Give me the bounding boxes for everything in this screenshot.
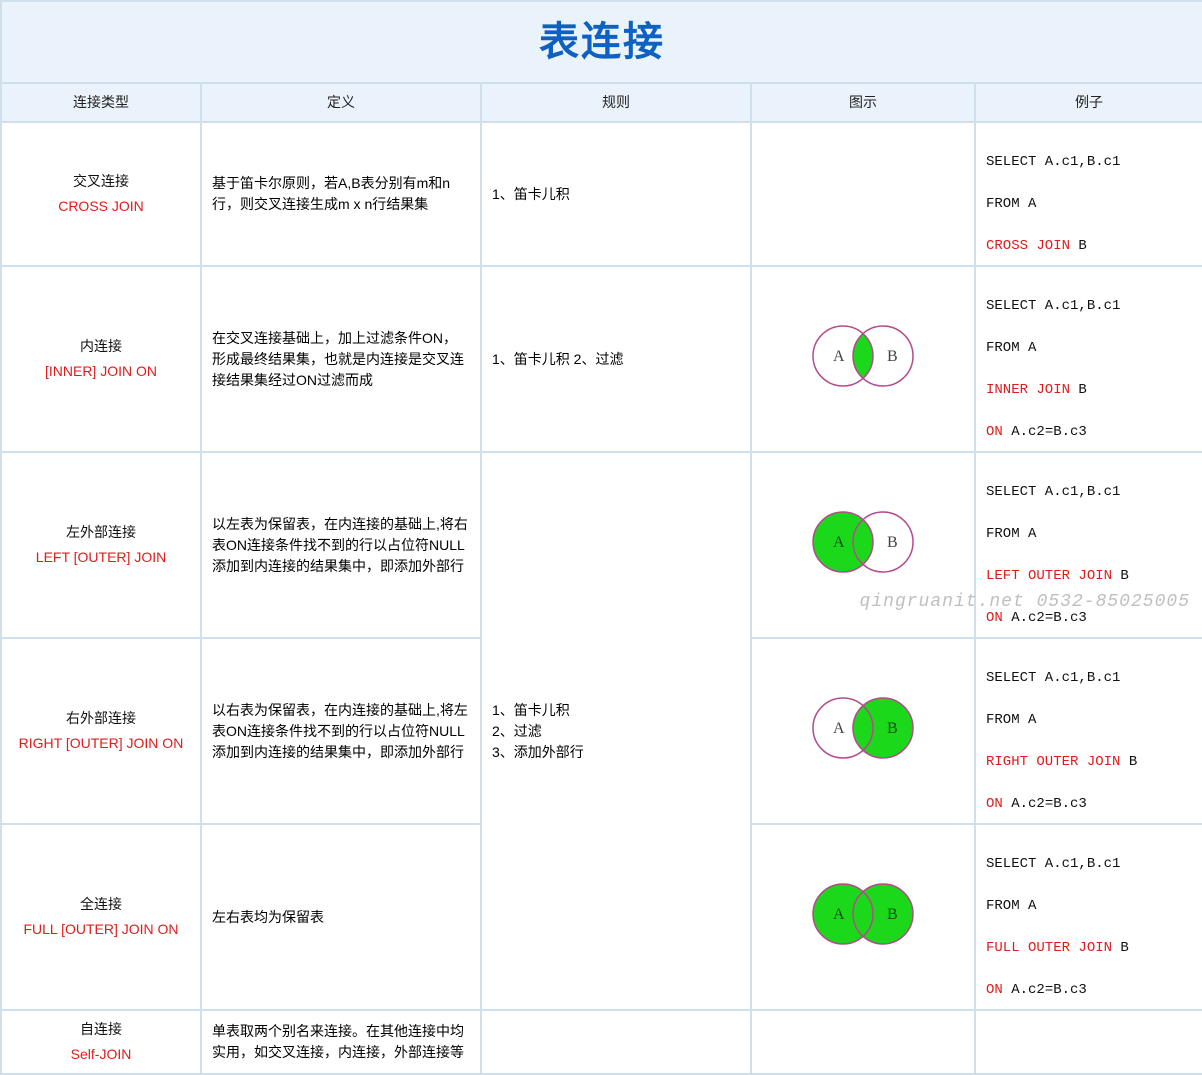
row-inner-join: 内连接 [INNER] JOIN ON 在交叉连接基础上，加上过滤条件ON，形成… <box>1 266 1202 452</box>
row-left-join: 左外部连接 LEFT [OUTER] JOIN 以左表为保留表，在内连接的基础上… <box>1 452 1202 638</box>
ex-on-tail: A.c2=B.c3 <box>1003 610 1087 626</box>
svg-text:B: B <box>887 720 898 737</box>
full-join-name-en: FULL [OUTER] JOIN ON <box>12 919 190 940</box>
left-join-name: 左外部连接 LEFT [OUTER] JOIN <box>1 452 201 638</box>
inner-join-rule: 1、笛卡儿积 2、过滤 <box>481 266 751 452</box>
ex-keyword: LEFT OUTER JOIN <box>986 568 1112 584</box>
cross-join-name: 交叉连接 CROSS JOIN <box>1 122 201 266</box>
ex-tail: B <box>1120 754 1137 770</box>
ex-line: SELECT A.c1,B.c1 <box>986 298 1120 314</box>
right-join-example: SELECT A.c1,B.c1 FROM A RIGHT OUTER JOIN… <box>975 638 1202 824</box>
self-join-rule <box>481 1010 751 1074</box>
ex-tail: B <box>1112 940 1129 956</box>
outer-join-rule: 1、笛卡儿积 2、过滤 3、添加外部行 <box>481 452 751 1010</box>
venn-icon: A B <box>793 688 933 768</box>
ex-on-kw: ON <box>986 796 1003 812</box>
title-cell: 表连接 <box>1 1 1202 83</box>
ex-keyword: RIGHT OUTER JOIN <box>986 754 1120 770</box>
left-join-definition: 以左表为保留表，在内连接的基础上,将右表ON连接条件找不到的行以占位符NULL添… <box>201 452 481 638</box>
self-join-definition: 单表取两个别名来连接。在其他连接中均实用，如交叉连接，内连接，外部连接等 <box>201 1010 481 1074</box>
ex-line: SELECT A.c1,B.c1 <box>986 670 1120 686</box>
self-join-diagram <box>751 1010 975 1074</box>
ex-line: FROM A <box>986 340 1036 356</box>
inner-join-name-en: [INNER] JOIN ON <box>12 361 190 382</box>
cross-join-name-cn: 交叉连接 <box>73 173 129 189</box>
ex-line: FROM A <box>986 898 1036 914</box>
full-join-name: 全连接 FULL [OUTER] JOIN ON <box>1 824 201 1010</box>
col-rule: 规则 <box>481 83 751 122</box>
right-join-name-cn: 右外部连接 <box>66 710 136 726</box>
cross-join-diagram <box>751 122 975 266</box>
svg-text:B: B <box>887 906 898 923</box>
ex-on-kw: ON <box>986 982 1003 998</box>
venn-icon: A B <box>793 502 933 582</box>
right-join-name-en: RIGHT [OUTER] JOIN ON <box>12 733 190 754</box>
ex-line: SELECT A.c1,B.c1 <box>986 484 1120 500</box>
left-join-name-cn: 左外部连接 <box>66 524 136 540</box>
self-join-example <box>975 1010 1202 1074</box>
ex-keyword: CROSS JOIN <box>986 238 1070 254</box>
join-table: 表连接 连接类型 定义 规则 图示 例子 交叉连接 CROSS JOIN 基于笛… <box>0 0 1202 1075</box>
ex-on-kw: ON <box>986 610 1003 626</box>
ex-on-kw: ON <box>986 424 1003 440</box>
right-join-definition: 以右表为保留表，在内连接的基础上,将左表ON连接条件找不到的行以占位符NULL添… <box>201 638 481 824</box>
ex-line: FROM A <box>986 196 1036 212</box>
header-row: 连接类型 定义 规则 图示 例子 <box>1 83 1202 122</box>
left-join-name-en: LEFT [OUTER] JOIN <box>12 547 190 568</box>
inner-join-example: SELECT A.c1,B.c1 FROM A INNER JOIN B ON … <box>975 266 1202 452</box>
inner-join-definition: 在交叉连接基础上，加上过滤条件ON，形成最终结果集，也就是内连接是交叉连接结果集… <box>201 266 481 452</box>
ex-tail: B <box>1070 382 1087 398</box>
document-root: 表连接 连接类型 定义 规则 图示 例子 交叉连接 CROSS JOIN 基于笛… <box>0 0 1202 1075</box>
cross-join-definition: 基于笛卡尔原则，若A,B表分别有m和n行，则交叉连接生成m x n行结果集 <box>201 122 481 266</box>
row-cross-join: 交叉连接 CROSS JOIN 基于笛卡尔原则，若A,B表分别有m和n行，则交叉… <box>1 122 1202 266</box>
ex-on-tail: A.c2=B.c3 <box>1003 982 1087 998</box>
title-row: 表连接 <box>1 1 1202 83</box>
svg-text:A: A <box>833 348 845 365</box>
col-type: 连接类型 <box>1 83 201 122</box>
svg-text:B: B <box>887 534 898 551</box>
self-join-name-en: Self-JOIN <box>12 1044 190 1065</box>
col-diagram: 图示 <box>751 83 975 122</box>
cross-join-rule: 1、笛卡儿积 <box>481 122 751 266</box>
col-definition: 定义 <box>201 83 481 122</box>
row-self-join: 自连接 Self-JOIN 单表取两个别名来连接。在其他连接中均实用，如交叉连接… <box>1 1010 1202 1074</box>
inner-join-name-cn: 内连接 <box>80 338 122 354</box>
svg-text:A: A <box>833 534 845 551</box>
venn-icon: A B <box>793 316 933 396</box>
self-join-name-cn: 自连接 <box>80 1021 122 1037</box>
svg-text:B: B <box>887 348 898 365</box>
inner-join-name: 内连接 [INNER] JOIN ON <box>1 266 201 452</box>
ex-tail: B <box>1070 238 1087 254</box>
inner-join-diagram: A B <box>751 266 975 452</box>
svg-text:A: A <box>833 906 845 923</box>
cross-join-example: SELECT A.c1,B.c1 FROM A CROSS JOIN B <box>975 122 1202 266</box>
left-join-example: SELECT A.c1,B.c1 FROM A LEFT OUTER JOIN … <box>975 452 1202 638</box>
ex-tail: B <box>1112 568 1129 584</box>
self-join-name: 自连接 Self-JOIN <box>1 1010 201 1074</box>
venn-icon: A B <box>793 874 933 954</box>
ex-on-tail: A.c2=B.c3 <box>1003 424 1087 440</box>
ex-keyword: FULL OUTER JOIN <box>986 940 1112 956</box>
ex-line: SELECT A.c1,B.c1 <box>986 856 1120 872</box>
ex-line: FROM A <box>986 526 1036 542</box>
full-join-definition: 左右表均为保留表 <box>201 824 481 1010</box>
cross-join-name-en: CROSS JOIN <box>12 196 190 217</box>
full-join-name-cn: 全连接 <box>80 896 122 912</box>
full-join-diagram: A B <box>751 824 975 1010</box>
ex-line: SELECT A.c1,B.c1 <box>986 154 1120 170</box>
svg-text:A: A <box>833 720 845 737</box>
ex-on-tail: A.c2=B.c3 <box>1003 796 1087 812</box>
right-join-diagram: A B <box>751 638 975 824</box>
full-join-example: SELECT A.c1,B.c1 FROM A FULL OUTER JOIN … <box>975 824 1202 1010</box>
col-example: 例子 <box>975 83 1202 122</box>
page-title: 表连接 <box>539 20 665 64</box>
right-join-name: 右外部连接 RIGHT [OUTER] JOIN ON <box>1 638 201 824</box>
ex-keyword: INNER JOIN <box>986 382 1070 398</box>
ex-line: FROM A <box>986 712 1036 728</box>
left-join-diagram: A B <box>751 452 975 638</box>
